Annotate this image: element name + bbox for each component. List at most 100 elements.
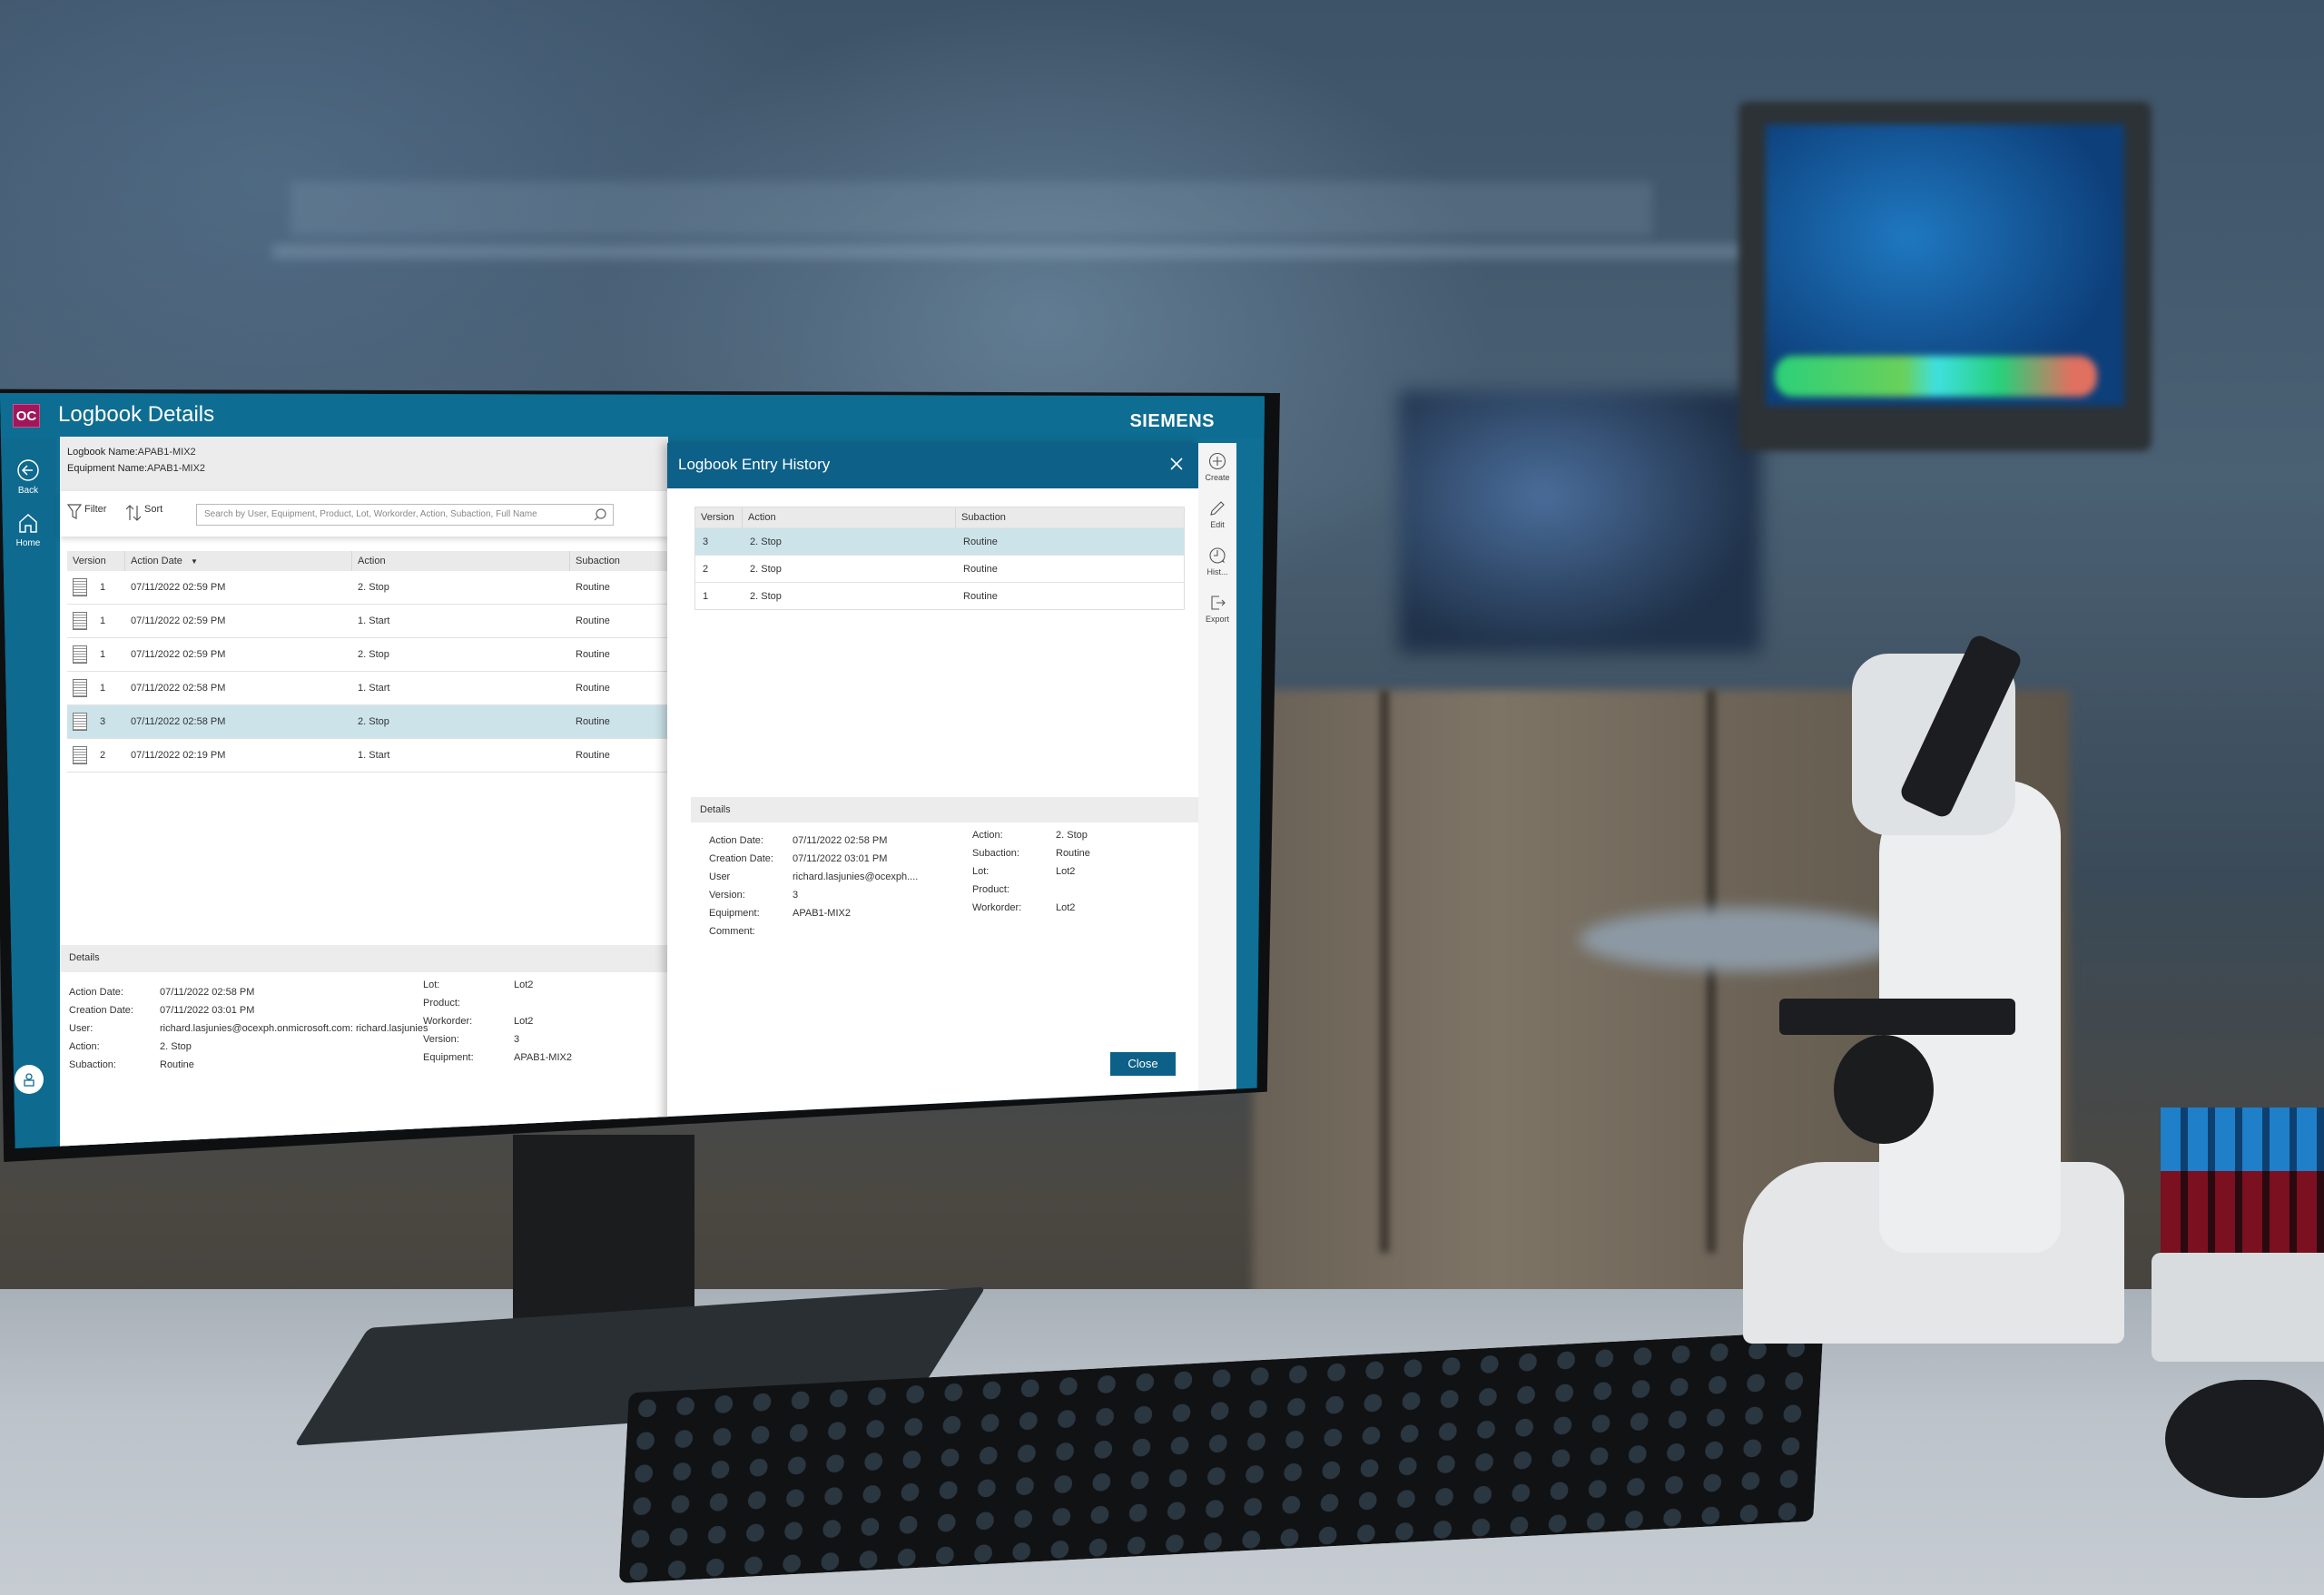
sidebar-item-home[interactable]: Home — [0, 511, 56, 548]
sort-button[interactable]: Sort — [125, 504, 162, 522]
table-header: Version Action Date ▼ Action Subaction — [67, 551, 668, 571]
detail-field: Equipment: APAB1-MIX2 — [423, 1049, 572, 1067]
history-button[interactable]: Hist... — [1198, 546, 1236, 576]
detail-value: Routine — [1056, 848, 1090, 859]
history-row[interactable]: 3 2. Stop Routine — [695, 527, 1184, 555]
export-icon — [1211, 596, 1226, 610]
wall-monitor-graph — [1775, 356, 2097, 397]
logbook-name-value: APAB1-MIX2 — [137, 447, 196, 458]
cabinet-divider — [1380, 690, 1389, 1253]
close-button[interactable]: Close — [1110, 1052, 1176, 1076]
detail-field: User richard.lasjunies@ocexph.... — [709, 868, 918, 886]
history-details-panel: Details Action Date: 07/11/2022 02:58 PM C… — [691, 797, 1199, 937]
table-row[interactable]: 2 07/11/2022 02:19 PM 1. Start Routine — [67, 739, 668, 773]
table-row[interactable]: 1 07/11/2022 02:59 PM 1. Start Routine — [67, 605, 668, 638]
action-date-cell: 07/11/2022 02:58 PM — [131, 683, 226, 694]
table-row[interactable]: 1 07/11/2022 02:58 PM 1. Start Routine — [67, 672, 668, 705]
history-subaction-cell: Routine — [963, 590, 998, 602]
create-button[interactable]: Create — [1198, 452, 1236, 482]
detail-label: Creation Date: — [709, 853, 773, 864]
monitor-screen: OC Logbook Details SIEMENS Back Home Log… — [0, 393, 1265, 1148]
detail-label: Equipment: — [709, 908, 760, 919]
version-cell: 1 — [67, 612, 125, 630]
action-date-cell: 07/11/2022 02:59 PM — [131, 582, 226, 593]
detail-label: Lot: — [423, 980, 440, 990]
subaction-cell: Routine — [576, 683, 610, 694]
detail-field: Workorder: Lot2 — [972, 899, 1090, 917]
app-logo: OC — [13, 404, 40, 428]
details-left-column: Action Date: 07/11/2022 02:58 PM Creation … — [69, 983, 428, 1074]
history-table: Version Action Subaction 3 2. Stop Routine… — [694, 507, 1185, 610]
action-date-cell: 07/11/2022 02:19 PM — [131, 750, 226, 761]
sort-desc-icon: ▼ — [190, 557, 198, 566]
action-date-cell: 07/11/2022 02:59 PM — [131, 615, 226, 626]
history-version-cell: 3 — [703, 536, 709, 547]
action-date-cell: 07/11/2022 02:59 PM — [131, 649, 226, 660]
document-icon — [73, 713, 87, 731]
table-row[interactable]: 1 07/11/2022 02:59 PM 2. Stop Routine — [67, 638, 668, 672]
document-icon — [73, 679, 87, 697]
export-button[interactable]: Export — [1198, 594, 1236, 624]
cabinet-divider — [1707, 690, 1716, 1253]
action-date-cell: 07/11/2022 02:58 PM — [131, 716, 226, 727]
version-value: 1 — [100, 649, 106, 660]
detail-label: Lot: — [972, 866, 990, 877]
detail-label: User: — [69, 1023, 94, 1034]
detail-label: Action: — [69, 1041, 100, 1052]
detail-label: Action Date: — [69, 987, 123, 998]
history-row[interactable]: 1 2. Stop Routine — [695, 582, 1184, 609]
column-header-action[interactable]: Action — [352, 551, 570, 571]
filter-button[interactable]: Filter — [67, 504, 106, 520]
detail-label: Comment: — [709, 926, 755, 937]
search-input[interactable]: Search by User, Equipment, Product, Lot,… — [196, 504, 614, 526]
detail-label: Workorder: — [972, 902, 1022, 913]
detail-field: Creation Date: 07/11/2022 03:01 PM — [709, 850, 918, 868]
detail-field: Lot: Lot2 — [423, 976, 572, 994]
detail-label: Workorder: — [423, 1016, 473, 1027]
detail-field: Action Date: 07/11/2022 02:58 PM — [69, 983, 428, 1001]
column-header-action-date[interactable]: Action Date ▼ — [125, 551, 352, 571]
grid-toolbar: Filter Sort Search by User, Equipment, P… — [60, 491, 668, 537]
equipment-name-line: Equipment Name:APAB1-MIX2 — [67, 460, 661, 477]
detail-field: Product: — [423, 994, 572, 1012]
tube-rack — [2152, 1253, 2324, 1362]
home-icon — [19, 513, 37, 533]
detail-value: APAB1-MIX2 — [793, 908, 851, 919]
sort-label: Sort — [144, 504, 163, 515]
details-header: Details — [60, 945, 668, 972]
column-header-version[interactable]: Version — [67, 551, 125, 571]
history-column-action[interactable]: Action — [743, 507, 956, 527]
detail-value: 07/11/2022 03:01 PM — [793, 853, 888, 864]
detail-field: Product: — [972, 881, 1090, 899]
search-icon[interactable] — [593, 507, 607, 522]
detail-field: Creation Date: 07/11/2022 03:01 PM — [69, 1001, 428, 1019]
edit-button[interactable]: Edit — [1198, 499, 1236, 529]
detail-value: 07/11/2022 02:58 PM — [793, 835, 888, 846]
detail-value: 2. Stop — [160, 1041, 192, 1052]
sidebar-item-back[interactable]: Back — [0, 458, 56, 496]
user-avatar-button[interactable] — [15, 1065, 44, 1094]
close-icon[interactable] — [1167, 455, 1186, 473]
history-column-version[interactable]: Version — [695, 507, 743, 527]
history-column-subaction[interactable]: Subaction — [956, 507, 1183, 527]
detail-field: Version: 3 — [709, 886, 918, 904]
back-arrow-icon — [17, 459, 39, 481]
detail-field: Subaction: Routine — [69, 1056, 428, 1074]
equipment-name-label: Equipment Name: — [67, 463, 148, 474]
table-row[interactable]: 3 07/11/2022 02:58 PM 2. Stop Routine — [67, 705, 668, 739]
history-row[interactable]: 2 2. Stop Routine — [695, 555, 1184, 582]
detail-value: 3 — [514, 1034, 520, 1045]
action-label: Export — [1205, 615, 1229, 624]
version-cell: 1 — [67, 679, 125, 697]
page-title: Logbook Details — [58, 402, 215, 427]
detail-label: Version: — [709, 890, 745, 901]
detail-value: Lot2 — [1056, 866, 1076, 877]
history-details-header: Details — [691, 797, 1199, 822]
filter-icon — [67, 504, 82, 519]
table-row[interactable]: 1 07/11/2022 02:59 PM 2. Stop Routine — [67, 571, 668, 605]
history-action-cell: 2. Stop — [750, 590, 782, 602]
details-right-column: Lot: Lot2 Product: Workorder: Lot2 Version: 3 E… — [423, 976, 572, 1067]
column-header-subaction[interactable]: Subaction — [570, 551, 668, 571]
search-placeholder: Search by User, Equipment, Product, Lot,… — [204, 509, 537, 519]
history-action-cell: 2. Stop — [750, 563, 782, 575]
